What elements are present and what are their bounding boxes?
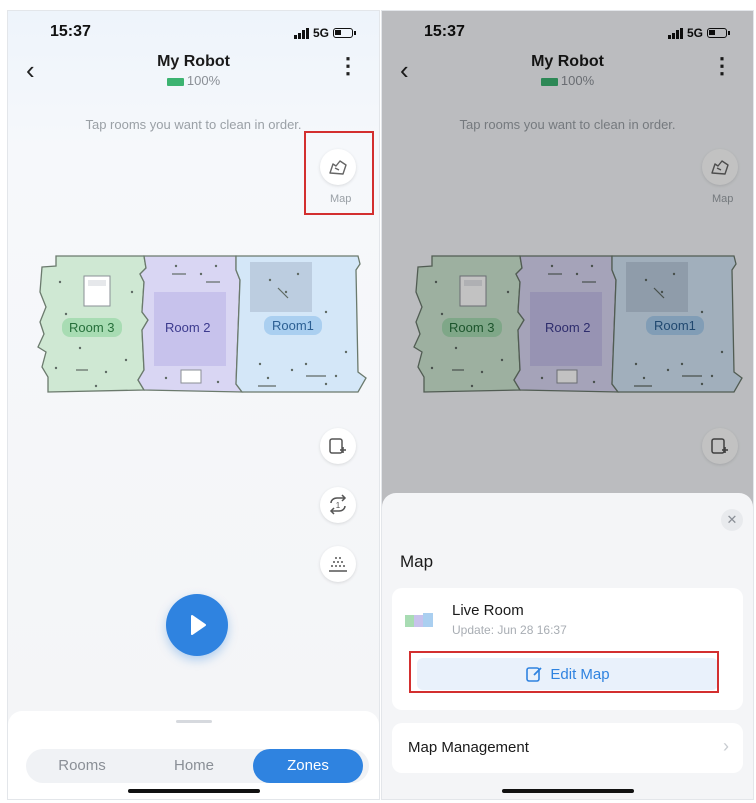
room-label-room2[interactable]: Room 2 — [160, 318, 216, 337]
status-bar: 15:37 5G — [8, 23, 379, 43]
map-card[interactable]: Live Room Update: Jun 28 16:37 Edit Map — [392, 588, 743, 710]
map-management-label: Map Management — [408, 739, 529, 756]
instruction-text: Tap rooms you want to clean in order. — [85, 117, 302, 132]
robot-home-screen: 15:37 5G ‹ My Robot 100% ⋮ Tap rooms you… — [7, 10, 380, 800]
close-icon[interactable]: ✕ — [721, 509, 743, 531]
phone-battery-icon — [333, 28, 356, 38]
mode-tabs: Rooms Home Zones — [26, 749, 369, 783]
map-name: Live Room — [452, 602, 524, 619]
header: ‹ My Robot 100% ⋮ — [8, 53, 379, 93]
status-time: 15:37 — [50, 23, 91, 40]
clean-passes-button[interactable] — [320, 487, 356, 523]
tab-rooms[interactable]: Rooms — [26, 749, 138, 783]
sheet-title: Map — [400, 552, 434, 571]
map-sheet: ✕ Map Live Room Update: Jun 28 16:37 Edi… — [382, 493, 753, 799]
sheet-handle[interactable] — [175, 720, 212, 723]
robot-battery: 100% — [8, 73, 379, 88]
battery-icon — [166, 77, 184, 86]
mop-mode-button[interactable] — [320, 546, 356, 582]
play-icon — [191, 615, 206, 635]
add-zone-button[interactable] — [320, 428, 356, 464]
home-indicator — [501, 789, 634, 793]
mode-sheet: Rooms Home Zones — [8, 711, 379, 799]
chevron-right-icon: › — [723, 736, 729, 756]
floor-map[interactable]: Room 3 Room 2 Room1 — [36, 252, 368, 396]
network-label: 5G — [312, 26, 329, 40]
signal-icon — [293, 27, 309, 39]
room-label-room3[interactable]: Room 3 — [62, 318, 122, 337]
tab-home[interactable]: Home — [138, 749, 250, 783]
battery-level: 100% — [186, 73, 221, 88]
repeat-once-icon — [330, 494, 346, 515]
map-management-row[interactable]: Map Management › — [392, 723, 743, 773]
start-cleaning-button[interactable] — [166, 594, 228, 656]
more-options-icon[interactable]: ⋮ — [337, 55, 359, 77]
map-panel-screen: 15:37 5G ‹ My Robot 100% ⋮ Tap rooms you… — [381, 10, 754, 800]
page-title: My Robot — [157, 53, 230, 70]
highlight-annotation — [409, 651, 719, 693]
highlight-annotation — [304, 131, 374, 215]
home-indicator — [127, 789, 260, 793]
room-label-room1[interactable]: Room1 — [264, 316, 322, 335]
tab-zones[interactable]: Zones — [253, 749, 363, 783]
mop-icon — [328, 556, 348, 572]
map-thumbnail — [405, 613, 433, 627]
add-zone-icon — [329, 438, 347, 454]
map-update-time: Update: Jun 28 16:37 — [452, 623, 567, 637]
